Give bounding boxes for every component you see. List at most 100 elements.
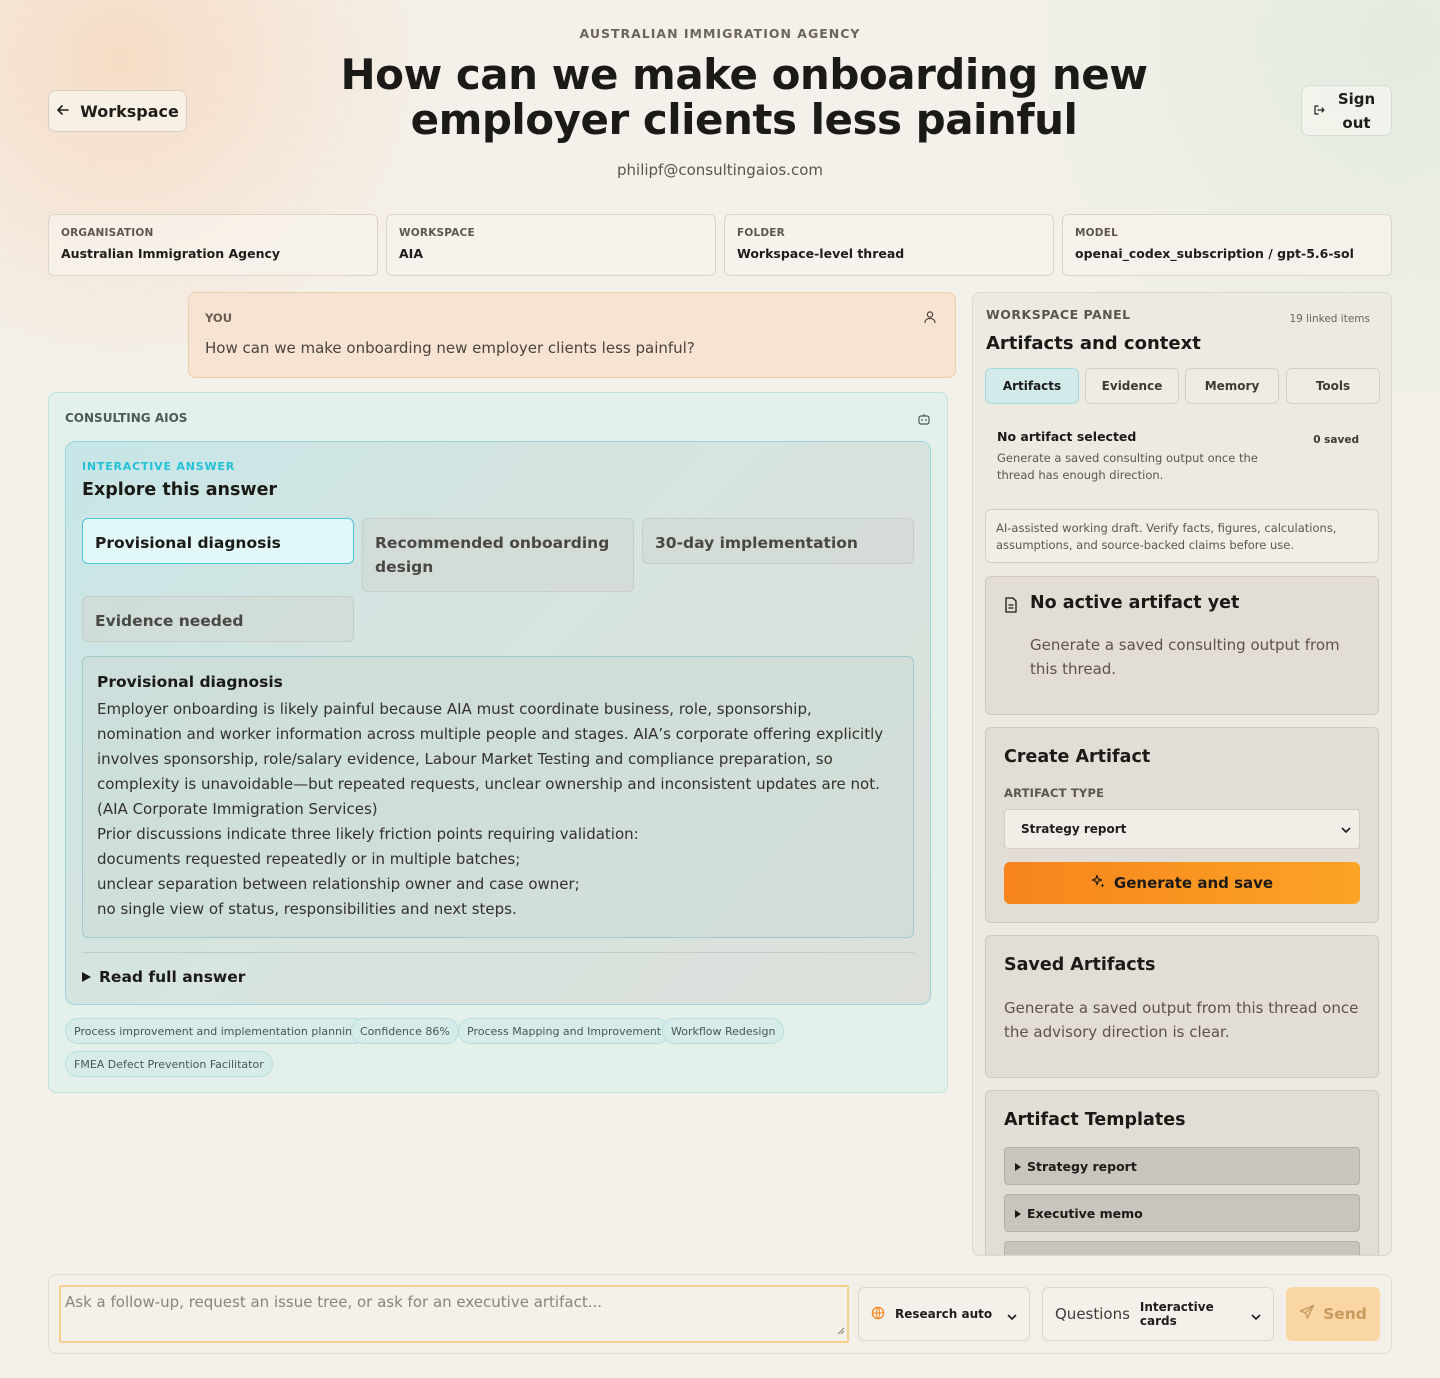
tag-chip: Process improvement and implementation p… <box>65 1018 369 1044</box>
chevron-down-icon <box>1341 822 1351 836</box>
assistant-label: CONSULTING AIOS <box>65 411 188 425</box>
ai-disclaimer: AI-assisted working draft. Verify facts,… <box>985 509 1379 563</box>
user-message-label: YOU <box>205 311 233 325</box>
meta-workspace: WORKSPACE AIA <box>386 214 716 276</box>
send-button[interactable]: Send <box>1286 1287 1380 1341</box>
triangle-right-icon <box>1015 1206 1021 1221</box>
assistant-message: CONSULTING AIOS INTERACTIVE ANSWER Explo… <box>48 392 948 1093</box>
read-full-answer-label: Read full answer <box>99 968 246 986</box>
meta-key: WORKSPACE <box>399 227 475 239</box>
triangle-right-icon <box>1015 1159 1021 1174</box>
follow-up-placeholder: Ask a follow-up, request an issue tree, … <box>65 1293 603 1311</box>
meta-folder: FOLDER Workspace-level thread <box>724 214 1054 276</box>
sign-out-button[interactable]: Sign out <box>1301 85 1392 136</box>
meta-value: AIA <box>399 246 423 261</box>
meta-value: Australian Immigration Agency <box>61 246 281 261</box>
artifact-type-select[interactable]: Strategy report <box>1004 809 1360 849</box>
bot-icon <box>917 411 931 430</box>
interactive-heading: Explore this answer <box>82 480 278 500</box>
diagnosis-paragraph: documents requested repeatedly or in mul… <box>97 850 521 868</box>
diagnosis-paragraph: Employer onboarding is likely painful be… <box>97 700 884 818</box>
logout-icon <box>1313 99 1325 123</box>
selected-artifact-desc: Generate a saved consulting output once … <box>997 451 1258 482</box>
artifact-templates-title: Artifact Templates <box>1004 1110 1186 1130</box>
panel-tab-artifacts[interactable]: Artifacts <box>985 368 1079 404</box>
send-label: Send <box>1323 1305 1367 1323</box>
selected-artifact-title: No artifact selected <box>997 429 1137 444</box>
meta-key: FOLDER <box>737 227 785 239</box>
diagnosis-title: Provisional diagnosis <box>97 673 283 691</box>
tab-30-day-implementation[interactable]: 30-day implementation <box>642 518 914 564</box>
tag-chip: Process Mapping and Improvement <box>458 1018 671 1044</box>
arrow-left-icon <box>56 102 70 121</box>
meta-organisation: ORGANISATION Australian Immigration Agen… <box>48 214 378 276</box>
no-active-artifact-title: No active artifact yet <box>1030 593 1240 613</box>
tag-chip: Workflow Redesign <box>662 1018 785 1044</box>
saved-artifacts-title: Saved Artifacts <box>1004 955 1156 975</box>
questions-mode-value: Interactive cards <box>1139 1300 1214 1328</box>
generate-and-save-button[interactable]: Generate and save <box>1004 862 1360 904</box>
chevron-down-icon <box>1007 1305 1017 1324</box>
user-email: philipf@consultingaios.com <box>617 161 823 179</box>
artifact-templates-card: Artifact Templates Strategy report Execu… <box>985 1090 1379 1255</box>
tag-chip: Confidence 86% <box>351 1018 459 1044</box>
send-icon <box>1299 1304 1315 1324</box>
no-active-artifact-desc: Generate a saved consulting output from … <box>1030 636 1340 678</box>
research-mode-dropdown[interactable]: Research auto <box>858 1287 1030 1341</box>
saved-artifacts-card: Saved Artifacts Generate a saved output … <box>985 935 1379 1078</box>
questions-mode-dropdown[interactable]: Questions Interactive cards <box>1042 1287 1274 1341</box>
tag-chip: FMEA Defect Prevention Facilitator <box>65 1051 273 1077</box>
back-to-workspace-button[interactable]: Workspace <box>48 90 187 132</box>
resize-handle-icon[interactable] <box>837 1321 845 1339</box>
template-executive-memo[interactable]: Executive memo <box>1004 1194 1360 1232</box>
linked-items-count: 19 linked items <box>1289 313 1370 325</box>
template-label: Executive memo <box>1027 1205 1143 1221</box>
meta-key: ORGANISATION <box>61 227 154 239</box>
diagnosis-paragraph: no single view of status, responsibiliti… <box>97 900 517 918</box>
saved-count: 0 saved <box>1313 434 1359 446</box>
read-full-answer-toggle[interactable]: Read full answer <box>82 968 245 986</box>
meta-key: MODEL <box>1075 227 1118 239</box>
saved-artifacts-desc: Generate a saved output from this thread… <box>1004 999 1359 1041</box>
questions-label: Questions <box>1055 1305 1130 1323</box>
artifact-type-label: ARTIFACT TYPE <box>1004 786 1105 800</box>
agency-eyebrow: AUSTRALIAN IMMIGRATION AGENCY <box>579 26 861 41</box>
template-strategy-report[interactable]: Strategy report <box>1004 1147 1360 1185</box>
tab-provisional-diagnosis[interactable]: Provisional diagnosis <box>82 518 354 564</box>
tab-evidence-needed[interactable]: Evidence needed <box>82 596 354 642</box>
panel-tab-memory[interactable]: Memory <box>1185 368 1279 404</box>
workspace-panel: WORKSPACE PANEL 19 linked items Artifact… <box>972 292 1392 1256</box>
panel-eyebrow: WORKSPACE PANEL <box>986 307 1131 322</box>
panel-tab-evidence[interactable]: Evidence <box>1085 368 1179 404</box>
page-title: How can we make onboarding new employer … <box>340 50 1148 144</box>
interactive-answer: INTERACTIVE ANSWER Explore this answer P… <box>65 441 931 1005</box>
panel-tab-tools[interactable]: Tools <box>1286 368 1380 404</box>
chevron-down-icon <box>1251 1305 1261 1324</box>
panel-heading: Artifacts and context <box>986 333 1201 354</box>
template-label: Strategy report <box>1027 1158 1137 1174</box>
user-message-text: How can we make onboarding new employer … <box>205 339 695 357</box>
create-artifact-card: Create Artifact ARTIFACT TYPE Strategy r… <box>985 727 1379 923</box>
user-message: YOU How can we make onboarding new emplo… <box>188 292 956 378</box>
sign-out-label: Sign out <box>1337 89 1376 132</box>
artifact-type-value: Strategy report <box>1021 822 1127 836</box>
diagnosis-paragraph: unclear separation between relationship … <box>97 875 580 893</box>
generate-and-save-label: Generate and save <box>1113 874 1274 892</box>
research-mode-value: Research auto <box>895 1307 993 1321</box>
document-icon <box>1004 597 1018 617</box>
sparkles-icon <box>1091 874 1106 893</box>
meta-model: MODEL openai_codex_subscription / gpt-5.… <box>1062 214 1392 276</box>
diagnosis-paragraph: Prior discussions indicate three likely … <box>97 825 639 843</box>
create-artifact-title: Create Artifact <box>1004 747 1151 767</box>
meta-value: Workspace-level thread <box>737 246 905 261</box>
interactive-eyebrow: INTERACTIVE ANSWER <box>82 460 235 473</box>
follow-up-input[interactable]: Ask a follow-up, request an issue tree, … <box>59 1285 849 1343</box>
no-active-artifact-card: No active artifact yet Generate a saved … <box>985 576 1379 715</box>
selected-artifact-info: No artifact selected Generate a saved co… <box>997 429 1287 484</box>
template-item[interactable] <box>1004 1241 1360 1255</box>
user-icon <box>923 309 937 328</box>
tab-recommended-onboarding-design[interactable]: Recommended onboarding design <box>362 518 634 592</box>
diagnosis-panel: Provisional diagnosis Employer onboardin… <box>82 656 914 938</box>
globe-icon <box>871 1305 885 1324</box>
triangle-right-icon <box>82 968 91 986</box>
